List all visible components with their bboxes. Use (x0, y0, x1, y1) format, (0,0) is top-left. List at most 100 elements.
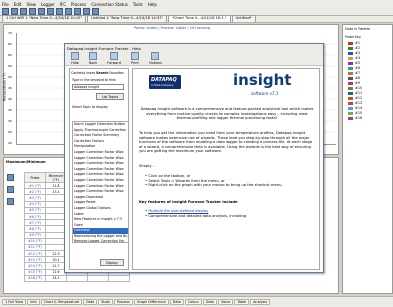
chart-filter-text[interactable]: Points: visible | Process: visible | Ctr… (134, 26, 210, 30)
bottom-tab-bar: 1 Full View Info Chart & Temperature Data St… (0, 296, 393, 307)
probe-key-item[interactable]: #11 (348, 91, 362, 95)
probe-key-item[interactable]: #16 (348, 116, 362, 120)
topic-list-item[interactable]: Logger Correction Factor Wiza (73, 150, 128, 156)
bottom-tab[interactable]: Analysis (250, 299, 271, 305)
wizards-paragraph: To help you get the information you need… (139, 131, 313, 154)
select-topic-label: Select Topic to display: (72, 105, 109, 109)
summary-side-tools (7, 174, 14, 205)
forward-arrow-icon (110, 52, 119, 60)
bottom-tab[interactable]: Info (27, 299, 40, 305)
probe-key-item[interactable]: #12 (348, 96, 362, 100)
probe-key-item[interactable]: #13 (348, 101, 362, 105)
help-window[interactable]: Datapaq Insight Furnace Tracker - Help H… (64, 43, 324, 273)
menu-connection-status[interactable]: Connection Status (91, 2, 128, 7)
copy-icon[interactable] (47, 8, 54, 15)
menu-view[interactable]: View (26, 2, 36, 7)
y-tick: 40 (8, 97, 12, 101)
menu-file[interactable]: File (2, 2, 9, 7)
settings-icon[interactable] (7, 198, 14, 205)
document-tab[interactable]: Untitled 2 "New Time 0...4/24/18 14:37" (87, 15, 168, 22)
bottom-tab[interactable]: 1 Full View (2, 299, 27, 305)
tab-index[interactable]: Index (86, 71, 95, 75)
bottom-tab[interactable]: Value (218, 299, 234, 305)
menu-tools[interactable]: Tools (133, 2, 143, 7)
keyword-input[interactable]: datapaq insight (72, 84, 124, 90)
menu-logger[interactable]: Logger (41, 2, 55, 7)
menu-edit[interactable]: Edit (14, 2, 22, 7)
document-tab[interactable]: *Chart Time 0...4/24/18 16:1." (168, 15, 231, 22)
zoom-icon[interactable] (74, 8, 81, 15)
y-tick: 60 (8, 53, 12, 57)
chart-icon[interactable] (83, 8, 90, 15)
table-row[interactable]: #16 (°F) 24.1 (24, 274, 130, 283)
menu-process[interactable]: Process (71, 2, 86, 7)
menu-help[interactable]: Help (148, 2, 157, 7)
tab-search[interactable]: Search (96, 71, 108, 75)
list-item: • Right-click on the graph with your mou… (145, 183, 283, 188)
document-tab[interactable]: 1 Ctrl WiFi 1 "New Time 0...4/24/18 10:1… (2, 15, 87, 22)
table-cell (87, 274, 109, 283)
back-button[interactable]: Back (89, 52, 97, 65)
topic-list-item[interactable]: New Features in Insight v 7.3 (73, 217, 128, 223)
save-icon[interactable] (20, 8, 27, 15)
bottom-tab[interactable]: Colour (184, 299, 202, 305)
bottom-tab[interactable]: Chart & Temperature (40, 299, 83, 305)
bottom-tab[interactable]: Data (169, 299, 184, 305)
tab-contents[interactable]: Contents (71, 71, 85, 75)
bottom-tab[interactable]: Data (202, 299, 218, 305)
options-button[interactable]: Options (149, 52, 162, 65)
topic-list[interactable]: Alarm Logger Detection Button Apply Therm… (72, 121, 129, 243)
document-tab[interactable]: Untitled* (231, 15, 256, 22)
probe-key-item[interactable]: #15 (348, 111, 362, 115)
probe-key-item[interactable]: #14 (348, 106, 362, 110)
export-icon[interactable] (7, 186, 14, 193)
y-tick: 70 (8, 31, 12, 35)
probe-key-item[interactable]: #4 (348, 56, 360, 60)
bottom-tab[interactable]: Graph Difference (133, 299, 169, 305)
cut-icon[interactable] (38, 8, 45, 15)
bottom-tab[interactable]: Process (113, 299, 133, 305)
probe-key-item[interactable]: #8 (348, 76, 360, 80)
wizard-icon[interactable] (65, 8, 72, 15)
hide-button[interactable]: Hide (71, 52, 79, 65)
y-tick: 45 (8, 86, 12, 90)
probe-key-item[interactable]: #3 (348, 51, 360, 55)
bottom-tab[interactable]: Data (83, 299, 98, 305)
print-button[interactable]: Print (130, 52, 139, 65)
probe-key-item[interactable]: #2 (348, 46, 360, 50)
bottom-tab[interactable]: Stats (98, 299, 113, 305)
probe-key-item[interactable]: #10 (348, 86, 362, 90)
display-button[interactable]: Display (100, 259, 124, 266)
help-nav-pane: Contents Index Search Favorites Type in … (69, 68, 129, 270)
list-item: • Comprehensive and detailed data analys… (145, 213, 247, 218)
print-icon[interactable] (29, 8, 36, 15)
probe-key-item[interactable]: #1 (348, 41, 360, 45)
paste-icon[interactable] (56, 8, 63, 15)
probe-key-item[interactable]: #6 (348, 66, 360, 70)
open-file-icon[interactable] (11, 8, 18, 15)
topic-list-item[interactable]: Logger Correction Factor Wiza (73, 189, 128, 195)
feature-link[interactable]: Multiple file user-defined display (148, 209, 208, 213)
table-cell (108, 274, 130, 283)
topic-list-item[interactable]: Alarm Logger Detection Button (73, 122, 128, 128)
topic-list-item[interactable]: Remove Logger Correction Fac (73, 239, 128, 242)
tab-favorites[interactable]: Favorites (109, 71, 123, 75)
topic-list-item[interactable]: Logger Correction Factor Wiza (73, 161, 128, 167)
probe-key-item[interactable]: #9 (348, 81, 360, 85)
new-file-icon[interactable] (2, 8, 9, 15)
key-features-heading: Key features of Insight Furnace Tracker … (139, 200, 238, 204)
table-cell: #16 (°F) (24, 274, 46, 283)
refresh-icon[interactable] (7, 174, 14, 181)
list-topics-button[interactable]: List Topics (96, 93, 124, 100)
y-tick: 30 (8, 119, 12, 123)
help-banner: DATAPAQ A Fluke Company insight software… (133, 69, 319, 103)
forward-button[interactable]: Forward (107, 52, 121, 65)
probe-key-item[interactable]: #5 (348, 61, 360, 65)
topic-list-item[interactable]: Logger Correction Factor Wiza (73, 178, 128, 184)
help-title-bar[interactable]: Datapaq Insight Furnace Tracker - Help (65, 44, 323, 52)
bottom-tab[interactable]: Table (234, 299, 250, 305)
table-cell: 24.1 (45, 274, 67, 283)
menu-ifc[interactable]: IFC (60, 2, 66, 7)
probe-key-item[interactable]: #7 (348, 71, 360, 75)
help-icon[interactable] (92, 8, 99, 15)
